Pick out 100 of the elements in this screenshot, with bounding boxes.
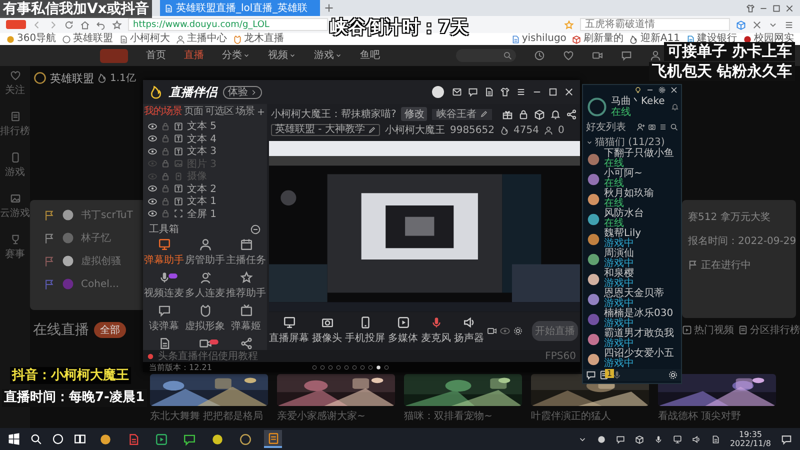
bookmark[interactable]: 迎新A11 bbox=[629, 33, 680, 45]
layer-item[interactable]: 文本 2 bbox=[143, 182, 267, 195]
bookmark[interactable]: 龙木直播 bbox=[233, 33, 284, 45]
friend-status: 在线 bbox=[604, 159, 624, 169]
stream-title: 小柯柯大魔王：帮抹糖家喵? bbox=[271, 108, 396, 121]
tool-button[interactable]: 读弹幕 bbox=[144, 304, 184, 337]
caption: 飞机包天 钻粉永久车 bbox=[648, 62, 795, 81]
tool-button[interactable]: 主播任务 bbox=[226, 238, 266, 271]
tool-button[interactable]: 弹幕姬 bbox=[226, 304, 266, 337]
caption: 抖音：小柯柯大魔王 bbox=[10, 367, 131, 384]
bookmark[interactable]: 英雄联盟 bbox=[62, 33, 114, 45]
friend-name[interactable]: 风防水台 bbox=[604, 209, 644, 219]
source-button[interactable]: 扬声器 bbox=[454, 316, 484, 346]
friend-status: 游戏中 bbox=[604, 299, 634, 309]
profile-name: 马曲丶Keke bbox=[611, 96, 665, 107]
friend-name[interactable]: 恩恩天金贝蒂 bbox=[604, 289, 664, 299]
layer-item[interactable]: 文本 3 bbox=[143, 145, 267, 158]
friend-status: 游戏中 bbox=[604, 359, 634, 369]
sidebar-item[interactable]: 排行榜 bbox=[0, 111, 30, 138]
nav-link[interactable]: 鱼吧 bbox=[360, 48, 380, 62]
panel-title: 好友列表 bbox=[586, 120, 626, 134]
source-button[interactable]: 麦克风 bbox=[421, 316, 451, 346]
video-title[interactable]: 看战德杯 顶尖对野 bbox=[658, 409, 776, 423]
bookmark[interactable]: yishilugo bbox=[510, 33, 566, 45]
sidebar-item[interactable]: 关注 bbox=[5, 70, 25, 97]
friend-status: 游戏中 bbox=[604, 279, 634, 289]
notification-badge: 1 bbox=[605, 369, 614, 378]
source-button[interactable]: 手机投屏 bbox=[345, 316, 385, 346]
nav-link[interactable]: 首页 bbox=[146, 48, 166, 62]
event-date: 报名时间：2022-09-29 bbox=[688, 234, 796, 248]
friend-status: 游戏中 bbox=[604, 259, 634, 269]
host-name: 小柯柯大魔王 bbox=[384, 124, 445, 137]
app-name: 直播伴侣 bbox=[169, 84, 217, 100]
heat-count: 4754 bbox=[514, 124, 539, 136]
bookmark[interactable]: 小柯柯大 bbox=[119, 33, 170, 45]
nav-link[interactable]: 分类 bbox=[222, 48, 250, 62]
video-title[interactable]: 亲爱小家感谢大家~ bbox=[277, 409, 395, 423]
viewer-count: 0 bbox=[558, 124, 564, 136]
caption: 有事私信我加Vx或抖音 bbox=[0, 0, 152, 18]
nav-link[interactable]: 游戏 bbox=[314, 48, 342, 62]
friend-name[interactable]: 下翻子只做小鱼 bbox=[604, 149, 674, 159]
source-button[interactable]: 直播屏幕 bbox=[269, 316, 309, 346]
friend-status: 在线 bbox=[604, 199, 624, 209]
video-title[interactable]: 猫咪：双排看宠物~ bbox=[404, 409, 522, 423]
friend-name[interactable]: 四诏少女爱小五 bbox=[604, 349, 674, 359]
friend-name[interactable]: 魏帮Lily bbox=[604, 229, 642, 239]
tool-button[interactable]: 视频连麦 bbox=[144, 271, 184, 304]
friend-group[interactable]: 猫猫们 (11/23) bbox=[595, 135, 665, 149]
layer-item[interactable]: 文本 4 bbox=[143, 132, 267, 145]
friend-name[interactable]: 楠楠是冰乐030 bbox=[604, 309, 674, 319]
scene-tab[interactable]: 我的场景 bbox=[144, 106, 182, 118]
sidebar-item[interactable]: 游戏 bbox=[5, 152, 25, 179]
category-pill[interactable]: 英雄联盟 - 大神教学 bbox=[271, 124, 380, 136]
source-button[interactable]: 多媒体 bbox=[388, 316, 418, 346]
friend-status: 在线 bbox=[604, 179, 624, 189]
caption: 直播时间：每晚7-凌晨1 bbox=[2, 389, 146, 407]
video-title[interactable]: 叶霞伴演正的猛人 bbox=[531, 409, 649, 423]
bookmark[interactable]: 刷新量的 bbox=[572, 33, 624, 45]
scene-tab[interactable]: 可选区 bbox=[205, 106, 234, 118]
address-field[interactable]: https://www.douyu.com/g_LOL bbox=[128, 18, 328, 31]
bookmark[interactable]: 360导航 bbox=[6, 33, 56, 45]
sidebar-item[interactable]: 云游戏 bbox=[0, 193, 30, 220]
tool-button[interactable]: 虚拟形象 bbox=[185, 304, 225, 337]
stat-text: FPS60 bbox=[545, 350, 576, 362]
sidebar-item[interactable]: 赛事 bbox=[5, 234, 25, 261]
tool-button[interactable]: 房管助手 bbox=[185, 238, 225, 271]
room-name-field[interactable]: 峡谷王者 bbox=[432, 108, 492, 120]
clock-date[interactable]: 2022/11/8 bbox=[730, 439, 771, 448]
layer-item[interactable]: 全屏 1 bbox=[143, 208, 267, 220]
section-link[interactable]: 热门视频 bbox=[682, 323, 734, 337]
nav-link[interactable]: 直播 bbox=[184, 48, 204, 62]
section-link[interactable]: 分区排行榜 bbox=[738, 323, 800, 337]
category-title: 英雄联盟 bbox=[50, 70, 94, 86]
edition-badge[interactable]: 体验 bbox=[223, 86, 262, 98]
friend-name[interactable]: 霸道男才敢负我 bbox=[604, 329, 674, 339]
tool-button[interactable]: 多人连麦 bbox=[185, 271, 225, 304]
scene-tab[interactable]: 场景 bbox=[236, 106, 254, 118]
search-field[interactable]: 五虎将霸破道情 bbox=[580, 18, 730, 31]
friend-name[interactable]: 小可阿~ bbox=[604, 169, 642, 179]
source-button[interactable]: 摄像头 bbox=[312, 316, 342, 346]
section-title: 在线直播 bbox=[33, 321, 89, 339]
friend-status: 游戏中 bbox=[604, 319, 634, 329]
heat-count: 1.1亿 bbox=[110, 72, 136, 85]
layer-item[interactable]: 文本 1 bbox=[143, 195, 267, 208]
layer-item[interactable]: 文本 5 bbox=[143, 120, 267, 132]
clock-time[interactable]: 19:35 bbox=[738, 430, 762, 439]
tool-button[interactable]: 弹幕助手 bbox=[144, 238, 184, 271]
video-title[interactable]: 东北大舞舞 把把都是格局 bbox=[150, 409, 268, 423]
edit-button[interactable]: 修改 bbox=[401, 107, 428, 121]
filter-button[interactable]: 全部 bbox=[94, 322, 126, 338]
countdown-caption: 峡谷倒计时：7天 bbox=[330, 17, 469, 39]
scene-tab[interactable]: 页面 bbox=[184, 106, 203, 118]
friend-name[interactable]: 周演仙 bbox=[604, 249, 634, 259]
nav-link[interactable]: 视频 bbox=[268, 48, 296, 62]
browser-tab[interactable]: 英雄联盟直播_lol直播_英雄联 bbox=[160, 0, 320, 16]
friend-name[interactable]: 秋月如玖瑜 bbox=[604, 189, 654, 199]
friend-name[interactable]: 和泉樱 bbox=[604, 269, 634, 279]
section-title: 工具箱 bbox=[149, 223, 179, 236]
bookmark[interactable]: 主播中心 bbox=[176, 33, 228, 45]
tool-button[interactable]: 推荐助手 bbox=[226, 271, 266, 304]
